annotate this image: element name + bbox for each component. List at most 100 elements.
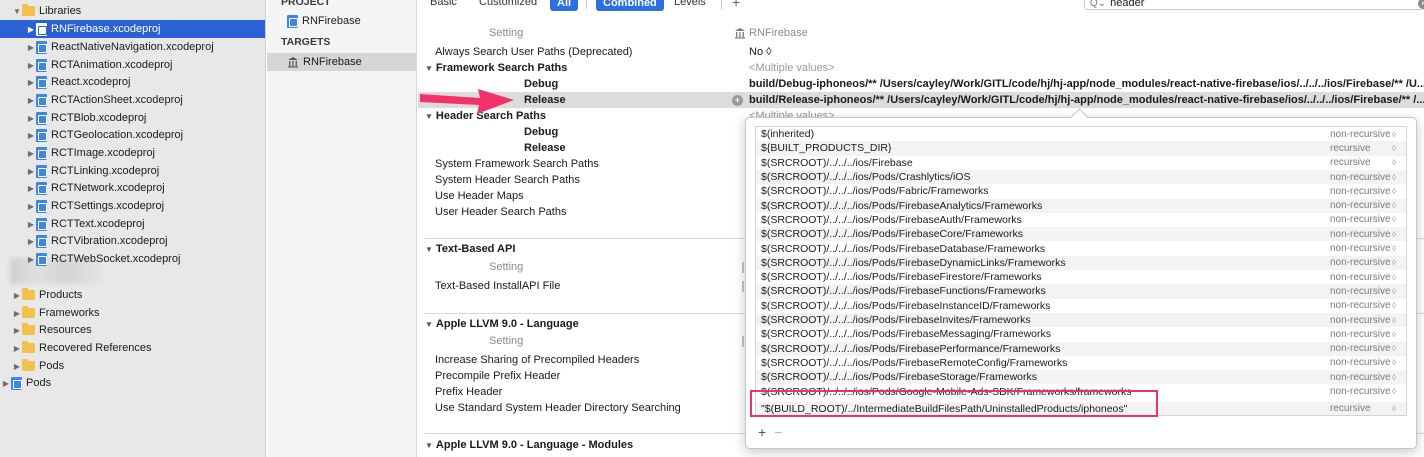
setting-value[interactable]: build/Release-iphoneos/** /Users/cayley/… (749, 94, 1424, 106)
navigator-item[interactable]: ▶ RCTActionSheet.xcodeproj (0, 91, 265, 109)
stepper-chevron-icon[interactable]: ◊ (1392, 130, 1396, 139)
recursion-mode[interactable]: non-recursive (1330, 186, 1391, 197)
navigator-item[interactable]: ▶ RNFirebase.xcodeproj (0, 20, 265, 38)
search-path-value[interactable]: $(SRCROOT)/../../../ios/Pods/FirebaseRem… (761, 357, 1067, 369)
disclosure-triangle-icon[interactable]: ▶ (12, 309, 22, 318)
disclosure-triangle-icon[interactable]: ▶ (26, 255, 36, 264)
recursion-mode[interactable]: non-recursive (1330, 315, 1391, 326)
navigator-item[interactable]: ▶ Recovered References (0, 339, 265, 357)
recursion-mode[interactable]: non-recursive (1330, 286, 1391, 297)
tab-all[interactable]: All (550, 0, 579, 11)
disclosure-triangle-icon[interactable]: ▶ (26, 78, 36, 87)
search-path-value[interactable]: $(inherited) (761, 128, 814, 140)
navigator-item[interactable]: ▶ RCTVibration.xcodeproj (0, 232, 265, 250)
stepper-chevron-icon[interactable]: ◊ (1392, 215, 1396, 224)
stepper-chevron-icon[interactable]: ◊ (1392, 373, 1396, 382)
search-path-row[interactable]: $(SRCROOT)/../../../ios/Pods/FirebaseAna… (756, 198, 1406, 213)
navigator-item[interactable]: ▶ RCTImage.xcodeproj (0, 144, 265, 162)
search-path-row[interactable]: $(SRCROOT)/../../../ios/Pods/FirebaseFir… (756, 270, 1406, 284)
setting-row[interactable]: Debug build/Debug-iphoneos/** /Users/cay… (418, 76, 1424, 92)
tab-levels[interactable]: Levels (674, 0, 706, 8)
disclosure-triangle-icon[interactable]: ▶ (26, 167, 36, 176)
disclosure-triangle-icon[interactable]: ▶ (26, 202, 36, 211)
search-path-row[interactable]: $(SRCROOT)/../../../ios/Pods/Crashlytics… (756, 169, 1406, 185)
search-path-value[interactable]: $(SRCROOT)/../../../ios/Pods/FirebaseDyn… (761, 257, 1066, 269)
search-path-row[interactable]: $(SRCROOT)/../../../ios/Pods/FirebaseCor… (756, 227, 1406, 242)
tab-basic[interactable]: Basic (430, 0, 457, 8)
disclosure-triangle-icon[interactable]: ▶ (26, 131, 36, 140)
tab-combined[interactable]: Combined (596, 0, 664, 11)
navigator-item[interactable]: ▶ Pods (0, 357, 265, 375)
stepper-chevron-icon[interactable]: ◊ (1392, 358, 1396, 367)
stepper-chevron-icon[interactable]: ◊ (1392, 201, 1396, 210)
disclosure-triangle-icon[interactable]: ▶ (26, 149, 36, 158)
stepper-chevron-icon[interactable]: ◊ (1392, 330, 1396, 339)
disclosure-triangle-icon[interactable]: ▶ (26, 43, 36, 52)
search-path-value[interactable]: $(SRCROOT)/../../../ios/Pods/FirebasePer… (761, 343, 1060, 355)
search-path-value[interactable]: $(SRCROOT)/../../../ios/Pods/FirebaseSto… (761, 371, 1037, 383)
disclosure-triangle-icon[interactable]: ▼ (425, 441, 433, 450)
recursion-mode[interactable]: non-recursive (1330, 329, 1391, 340)
stepper-chevron-icon[interactable]: ◊ (1392, 173, 1396, 182)
recursion-mode[interactable]: non-recursive (1330, 372, 1391, 383)
setting-row-selected[interactable]: Release + build/Release-iphoneos/** /Use… (418, 92, 1424, 108)
stepper-chevron-icon[interactable]: ◊ (1392, 387, 1396, 396)
target-item[interactable]: RNFirebase (267, 53, 417, 71)
stepper-chevron-icon[interactable]: ◊ (1392, 301, 1396, 310)
search-path-value[interactable]: $(SRCROOT)/../../../ios/Pods/Crashlytics… (761, 171, 970, 183)
navigator-item[interactable]: ▶ RCTText.xcodeproj (0, 215, 265, 233)
project-item[interactable]: RNFirebase (267, 12, 417, 30)
navigator-item[interactable]: ▶ ReactNativeNavigation.xcodeproj (0, 38, 265, 56)
search-path-value[interactable]: $(SRCROOT)/../../../ios/Pods/FirebaseMes… (761, 328, 1051, 340)
disclosure-triangle-icon[interactable]: ▼ (425, 320, 433, 329)
stepper-chevron-icon[interactable]: ◊ (1392, 404, 1396, 413)
navigator-item[interactable]: ▶ RCTNetwork.xcodeproj (0, 179, 265, 197)
search-path-value[interactable]: $(SRCROOT)/../../../ios/Pods/FirebaseDat… (761, 243, 1045, 255)
search-path-row[interactable]: $(SRCROOT)/../../../ios/Pods/FirebaseDyn… (756, 255, 1406, 270)
navigator-item[interactable]: ▶ Pods (0, 374, 265, 392)
recursion-mode[interactable]: non-recursive (1330, 272, 1391, 283)
recursion-mode[interactable]: non-recursive (1330, 129, 1391, 140)
recursion-mode[interactable]: non-recursive (1330, 343, 1391, 354)
recursion-mode[interactable]: recursive (1330, 403, 1371, 414)
navigator-item[interactable]: ▶ RCTSettings.xcodeproj (0, 197, 265, 215)
stepper-chevron-icon[interactable]: ◊ (1392, 287, 1396, 296)
stepper-chevron-icon[interactable]: ◊ (1392, 244, 1396, 253)
navigator-item[interactable]: ▶ RCTBlob.xcodeproj (0, 109, 265, 127)
remove-path-button[interactable]: − (774, 424, 782, 440)
recursion-mode[interactable]: non-recursive (1330, 172, 1391, 183)
search-path-row[interactable]: $(SRCROOT)/../../../ios/Pods/FirebasePer… (756, 341, 1406, 356)
add-path-button[interactable]: + (758, 424, 766, 440)
navigator-item[interactable]: ▶ RCTGeolocation.xcodeproj (0, 126, 265, 144)
setting-value[interactable]: <Multiple values> (749, 62, 835, 74)
recursion-mode[interactable]: recursive (1330, 143, 1371, 154)
clear-icon[interactable]: × (1418, 0, 1424, 9)
navigator-item[interactable]: ▶ Resources (0, 321, 265, 339)
recursion-mode[interactable]: non-recursive (1330, 357, 1391, 368)
stepper-chevron-icon[interactable]: ◊ (1392, 258, 1396, 267)
setting-row[interactable]: Always Search User Paths (Deprecated) No… (418, 44, 1424, 60)
disclosure-triangle-icon[interactable]: ▶ (26, 96, 36, 105)
search-path-value[interactable]: ${BUILT_PRODUCTS_DIR} (761, 142, 892, 154)
add-setting-button[interactable]: + (732, 0, 740, 10)
disclosure-triangle-icon[interactable]: ▶ (12, 362, 22, 371)
disclosure-triangle-icon[interactable]: ▶ (26, 61, 36, 70)
stepper-chevron-icon[interactable]: ◊ (1392, 158, 1396, 167)
search-path-value[interactable]: $(SRCROOT)/../../../ios/Pods/FirebaseFir… (761, 271, 1042, 283)
search-path-value[interactable]: $(SRCROOT)/../../../ios/Pods/Fabric/Fram… (761, 185, 989, 197)
search-path-row[interactable]: $(SRCROOT)/../../../ios/Pods/FirebaseMes… (756, 327, 1406, 341)
disclosure-triangle-icon[interactable]: ▶ (26, 25, 36, 34)
search-path-row[interactable]: $(SRCROOT)/../../../ios/Pods/FirebaseSto… (756, 370, 1406, 385)
disclosure-triangle-icon[interactable]: ▼ (425, 245, 433, 254)
navigator-item[interactable]: ▶ Frameworks (0, 304, 265, 322)
stepper-chevron-icon[interactable]: ◊ (1392, 273, 1396, 282)
search-paths-list[interactable]: $(inherited) non-recursive ◊ ${BUILT_PRODUC… (755, 126, 1407, 416)
search-field[interactable]: Q⌄ header × (1084, 0, 1424, 10)
disclosure-triangle-icon[interactable]: ▶ (12, 326, 22, 335)
search-path-value[interactable]: $(SRCROOT)/../../../ios/Pods/FirebaseAna… (761, 200, 1042, 212)
stepper-chevron-icon[interactable]: ◊ (1392, 344, 1396, 353)
navigator-item[interactable]: ▼ Libraries (0, 2, 265, 20)
disclosure-triangle-icon[interactable]: ▼ (12, 7, 22, 16)
search-path-value[interactable]: $(SRCROOT)/../../../ios/Pods/FirebaseInv… (761, 314, 1031, 326)
disclosure-triangle-icon[interactable]: ▼ (425, 64, 433, 73)
